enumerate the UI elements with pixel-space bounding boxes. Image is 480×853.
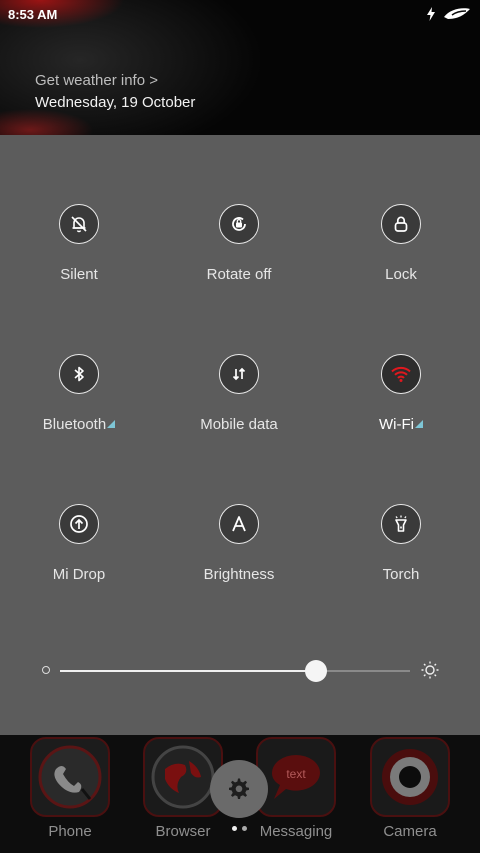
wifi-icon: [391, 366, 411, 382]
tile-torch[interactable]: Torch: [321, 504, 480, 583]
tile-mobile-data[interactable]: Mobile data: [159, 354, 319, 433]
charging-icon: [427, 7, 435, 21]
tile-label: Silent: [60, 266, 98, 283]
tile-label: Torch: [382, 566, 420, 583]
page-indicator: [232, 826, 247, 831]
weather-info-link[interactable]: Get weather info >: [35, 72, 158, 89]
mi-drop-icon: [70, 515, 88, 533]
camera-icon: [382, 749, 438, 805]
dock-app-camera[interactable]: Camera: [362, 735, 458, 840]
expand-arrow-icon[interactable]: [107, 420, 116, 428]
tile-label: Mobile data: [200, 416, 278, 433]
tile-bluetooth[interactable]: Bluetooth: [0, 354, 159, 433]
gear-icon: [229, 778, 249, 799]
tile-label: Mi Drop: [52, 566, 106, 583]
message-icon-text: text: [286, 767, 306, 781]
settings-button[interactable]: [210, 760, 268, 818]
tile-label: Wi-Fi: [379, 416, 414, 433]
battery-icon: [444, 8, 470, 19]
tile-label: Brightness: [203, 566, 275, 583]
phone-icon: [38, 745, 102, 809]
tile-label: Rotate off: [206, 266, 272, 283]
brightness-slider[interactable]: [42, 656, 442, 686]
dock-label: Browser: [155, 823, 211, 840]
lock-icon: [394, 216, 408, 232]
bell-off-icon: [71, 216, 87, 233]
expand-arrow-icon[interactable]: [414, 420, 423, 428]
date-text: Wednesday, 19 October: [35, 94, 196, 111]
dock-app-phone[interactable]: Phone: [22, 735, 118, 840]
tile-mi-drop[interactable]: Mi Drop: [0, 504, 159, 583]
brightness-max-icon: [421, 661, 439, 679]
slider-track[interactable]: [60, 660, 410, 682]
slider-fill: [60, 670, 316, 672]
tile-brightness[interactable]: Brightness: [159, 504, 319, 583]
tile-label: Bluetooth: [42, 416, 107, 433]
globe-icon: [151, 745, 215, 809]
dock-label: Camera: [383, 823, 437, 840]
status-bar: 8:53 AM: [0, 0, 480, 28]
brightness-min-icon: [42, 666, 50, 674]
auto-brightness-icon: [232, 516, 246, 532]
slider-thumb[interactable]: [304, 660, 327, 682]
torch-icon: [395, 515, 407, 532]
bluetooth-icon: [74, 366, 84, 382]
status-time: 8:53 AM: [8, 6, 58, 22]
dock-label: Messaging: [259, 823, 333, 840]
tile-silent[interactable]: Silent: [0, 204, 159, 283]
tile-wifi[interactable]: Wi-Fi: [321, 354, 480, 433]
dock-label: Phone: [48, 823, 92, 840]
rotate-lock-icon: [232, 217, 246, 231]
tile-lock[interactable]: Lock: [321, 204, 480, 283]
tile-label: Lock: [385, 266, 417, 283]
tile-rotate-off[interactable]: Rotate off: [159, 204, 319, 283]
mobile-data-icon: [232, 367, 246, 381]
